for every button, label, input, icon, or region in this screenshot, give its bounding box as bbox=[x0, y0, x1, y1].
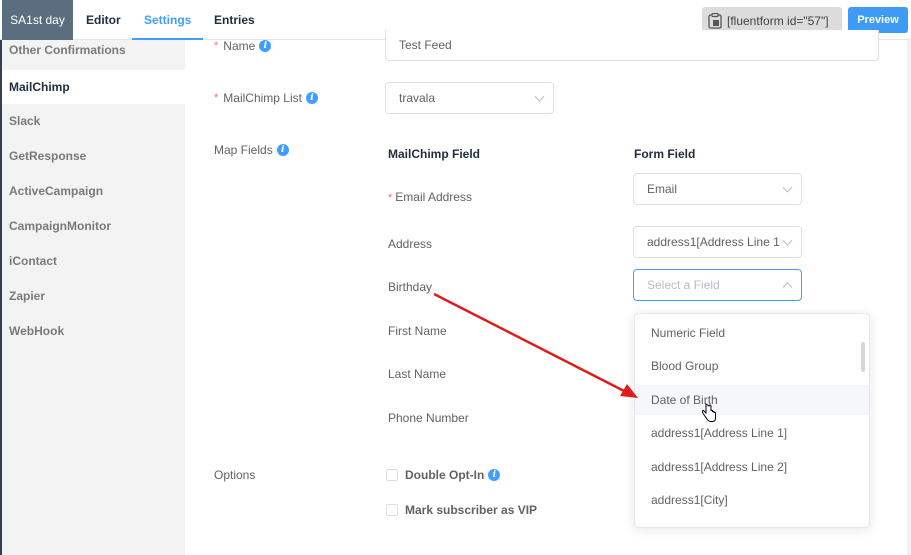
page-scrollbar[interactable] bbox=[907, 40, 911, 555]
hand-cursor-icon bbox=[702, 403, 716, 422]
tab-entries[interactable]: Entries bbox=[214, 0, 255, 40]
dropdown-option[interactable]: Blood Group bbox=[635, 351, 869, 381]
feed-name-input[interactable]: Test Feed bbox=[385, 30, 879, 61]
mapping-field-first-name: First Name bbox=[388, 324, 447, 338]
dropdown-option[interactable]: address1[Address Line 1] bbox=[635, 418, 869, 448]
name-label: * Name i bbox=[214, 39, 272, 53]
options-label: Options bbox=[214, 468, 256, 482]
tab-editor[interactable]: Editor bbox=[86, 0, 121, 40]
form-field-header: Form Field bbox=[634, 147, 696, 161]
arrow-line bbox=[433, 292, 629, 395]
required-asterisk: * bbox=[214, 40, 219, 52]
dropdown-option[interactable]: address1[Address Line 2] bbox=[635, 452, 869, 482]
chevron-down-icon bbox=[782, 182, 793, 193]
mapping-field-last-name: Last Name bbox=[388, 367, 447, 381]
sidebar-item-zapier[interactable]: Zapier bbox=[2, 281, 185, 311]
sidebar-item-activecampaign[interactable]: ActiveCampaign bbox=[2, 176, 185, 206]
dropdown-option[interactable]: Numeric Field bbox=[635, 318, 869, 348]
chevron-down-icon bbox=[782, 235, 793, 246]
dropdown-scrollbar[interactable] bbox=[861, 342, 865, 372]
vip-checkbox[interactable] bbox=[386, 504, 398, 516]
double-opt-in-label[interactable]: Double Opt-In i bbox=[405, 468, 501, 482]
sidebar-item-campaignmonitor[interactable]: CampaignMonitor bbox=[2, 211, 185, 241]
sidebar-item-slack[interactable]: Slack bbox=[2, 106, 185, 136]
dropdown-option[interactable]: Date of Birth bbox=[635, 385, 869, 415]
mailchimp-list-select[interactable]: travala bbox=[385, 82, 554, 114]
dropdown-option[interactable]: address1[City] bbox=[635, 485, 869, 515]
shortcode-text: [fluentform id="57"] bbox=[727, 13, 829, 28]
mailchimp-list-label: * MailChimp List i bbox=[214, 91, 318, 105]
birthday-field-select[interactable]: Select a Field bbox=[633, 269, 802, 301]
info-icon[interactable]: i bbox=[305, 92, 318, 104]
clipboard-icon bbox=[708, 12, 722, 29]
sidebar-item-webhook[interactable]: WebHook bbox=[2, 316, 185, 346]
double-opt-in-checkbox[interactable] bbox=[386, 469, 398, 481]
form-title: SA1st day bbox=[2, 0, 73, 40]
info-icon[interactable]: i bbox=[276, 144, 289, 156]
chevron-down-icon bbox=[534, 91, 545, 102]
required-asterisk: * bbox=[214, 92, 219, 104]
settings-sidebar: Other Confirmations MailChimp Slack GetR… bbox=[2, 40, 185, 555]
sidebar-item-mailchimp[interactable]: MailChimp bbox=[2, 70, 185, 104]
required-asterisk: * bbox=[388, 192, 393, 204]
vip-label[interactable]: Mark subscriber as VIP bbox=[405, 503, 537, 517]
info-icon[interactable]: i bbox=[259, 40, 272, 52]
sidebar-item-icontact[interactable]: iContact bbox=[2, 246, 185, 276]
chevron-up-icon bbox=[782, 282, 793, 293]
mapping-field-birthday: Birthday bbox=[388, 280, 433, 294]
mapping-field-address: Address bbox=[388, 237, 433, 251]
tab-settings[interactable]: Settings bbox=[131, 0, 204, 40]
sidebar-item-getresponse[interactable]: GetResponse bbox=[2, 141, 185, 171]
address-field-select[interactable]: address1[Address Line 1 bbox=[633, 226, 802, 258]
mailchimp-field-header: MailChimp Field bbox=[388, 147, 481, 161]
mapping-field-email: * Email Address bbox=[388, 190, 472, 204]
info-icon[interactable]: i bbox=[488, 469, 501, 481]
form-field-dropdown: Numeric Field Blood Group Date of Birth … bbox=[634, 313, 870, 528]
email-field-select[interactable]: Email bbox=[633, 173, 802, 205]
map-fields-label: Map Fields i bbox=[214, 143, 289, 157]
mapping-field-phone-number: Phone Number bbox=[388, 411, 469, 425]
sidebar-item-other-confirmations[interactable]: Other Confirmations bbox=[2, 35, 185, 65]
